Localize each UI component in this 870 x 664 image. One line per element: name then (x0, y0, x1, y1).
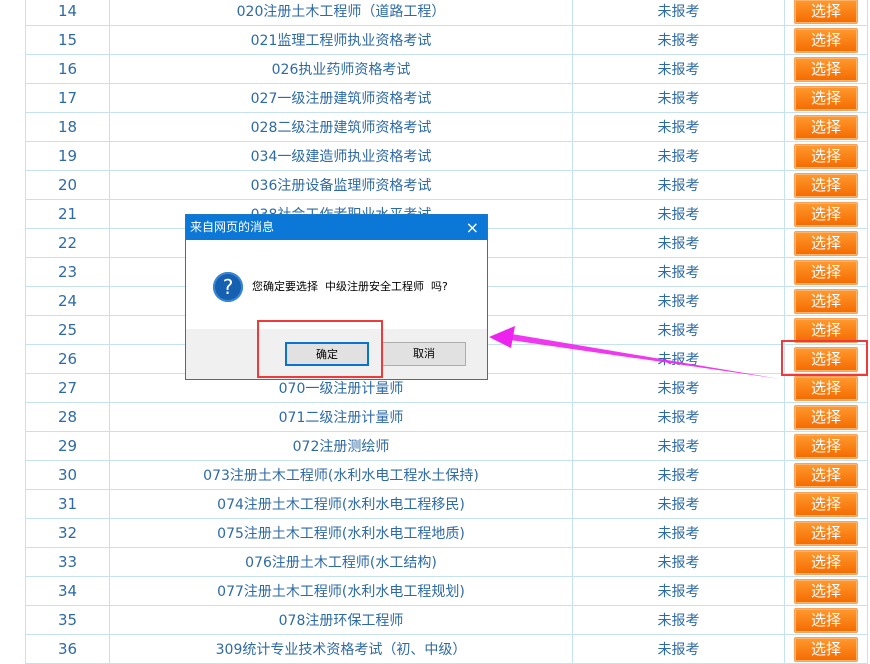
arrow-shaft (510, 334, 780, 379)
arrow-head (489, 326, 515, 348)
pointer-arrow (489, 326, 780, 379)
